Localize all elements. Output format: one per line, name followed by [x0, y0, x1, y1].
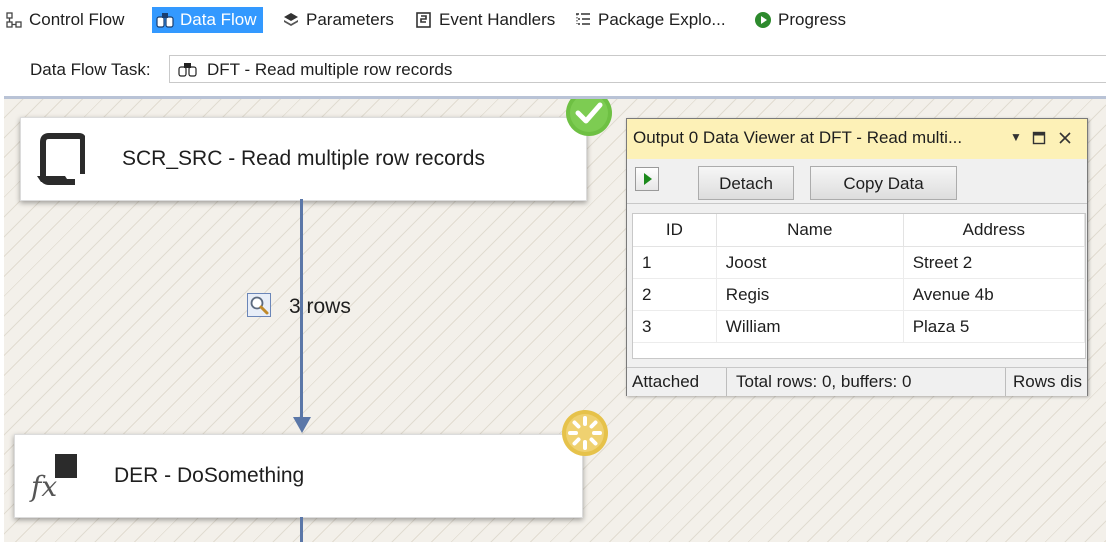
cell-name[interactable]: William: [716, 310, 904, 343]
status-attached: Attached: [627, 368, 727, 396]
copy-data-button[interactable]: Copy Data: [810, 166, 957, 200]
play-icon: [644, 173, 652, 185]
derived-column-fx-icon: fx: [29, 454, 77, 502]
script-component-icon: [37, 133, 85, 185]
table-row[interactable]: 1 Joost Street 2: [633, 246, 1085, 279]
tab-event-handlers[interactable]: Event Handlers: [415, 7, 555, 33]
designer-tab-bar: Control Flow Data Flow Parameters Event …: [0, 0, 1106, 40]
tab-control-flow[interactable]: Control Flow: [5, 7, 124, 33]
status-rows-displayed: Rows dis: [1013, 372, 1082, 391]
progress-icon: [755, 12, 771, 28]
source-component-scr-src[interactable]: SCR_SRC - Read multiple row records: [20, 117, 587, 201]
cell-id[interactable]: 3: [633, 310, 717, 343]
derived-component-der[interactable]: fx DER - DoSomething: [14, 434, 583, 518]
data-viewer-toolbar: Detach Copy Data: [627, 159, 1087, 204]
success-check-icon: [566, 99, 612, 136]
column-header-id[interactable]: ID: [633, 214, 717, 247]
data-viewer-table: ID Name Address 1 Joost Street 2 2 Regis…: [633, 214, 1085, 343]
data-flow-task-icon: [178, 63, 197, 77]
tab-label: Event Handlers: [439, 10, 556, 29]
path-rows-label: 3 rows: [289, 295, 351, 318]
data-viewer-title-bar[interactable]: Output 0 Data Viewer at DFT - Read multi…: [627, 119, 1087, 160]
tab-label: Package Explo...: [598, 10, 726, 29]
data-flow-task-dropdown[interactable]: DFT - Read multiple row records: [169, 55, 1106, 83]
column-header-address[interactable]: Address: [903, 214, 1085, 247]
data-viewer-grid[interactable]: ID Name Address 1 Joost Street 2 2 Regis…: [632, 213, 1086, 359]
cell-id[interactable]: 1: [633, 246, 717, 279]
data-viewer-title: Output 0 Data Viewer at DFT - Read multi…: [633, 128, 963, 147]
source-component-title: SCR_SRC - Read multiple row records: [122, 147, 485, 170]
tab-progress[interactable]: Progress: [754, 7, 846, 33]
maximize-icon[interactable]: [1032, 131, 1046, 145]
data-flow-icon: [156, 13, 174, 28]
data-viewer-window[interactable]: Output 0 Data Viewer at DFT - Read multi…: [626, 118, 1088, 396]
cell-name[interactable]: Regis: [716, 278, 904, 311]
svg-text:fx: fx: [29, 470, 57, 502]
tab-label: Progress: [778, 10, 847, 29]
cell-address[interactable]: Plaza 5: [903, 310, 1085, 343]
column-header-name[interactable]: Name: [716, 214, 904, 247]
tab-package-explorer[interactable]: Package Explo...: [574, 7, 726, 33]
tab-parameters[interactable]: Parameters: [282, 7, 394, 33]
table-row[interactable]: 2 Regis Avenue 4b: [633, 278, 1085, 311]
table-header-row: ID Name Address: [633, 214, 1085, 247]
close-icon[interactable]: [1058, 131, 1072, 145]
cell-address[interactable]: Avenue 4b: [903, 278, 1085, 311]
tab-data-flow[interactable]: Data Flow: [152, 7, 263, 33]
window-dropdown-icon[interactable]: ▼: [1008, 128, 1024, 146]
connector-arrowhead-icon: [293, 417, 311, 433]
cell-id[interactable]: 2: [633, 278, 717, 311]
tab-label: Parameters: [306, 10, 394, 29]
table-row[interactable]: 3 William Plaza 5: [633, 310, 1085, 343]
data-flow-task-label: Data Flow Task:: [30, 60, 151, 79]
package-explorer-icon: [576, 13, 590, 25]
cell-address[interactable]: Street 2: [903, 246, 1085, 279]
detach-button[interactable]: Detach: [698, 166, 794, 200]
tab-label: Data Flow: [180, 10, 257, 29]
data-viewer-status-bar: Attached Total rows: 0, buffers: 0 Rows …: [627, 367, 1087, 396]
data-viewer-magnifier-icon[interactable]: [247, 293, 271, 317]
in-progress-icon: [562, 410, 608, 456]
derived-component-title: DER - DoSomething: [114, 464, 305, 487]
control-flow-icon: [6, 12, 22, 28]
continue-play-button[interactable]: [635, 167, 659, 191]
data-flow-task-value: DFT - Read multiple row records: [207, 60, 453, 79]
parameters-icon: [284, 13, 298, 26]
data-flow-task-row: Data Flow Task: DFT - Read multiple row …: [0, 55, 1106, 85]
cell-name[interactable]: Joost: [716, 246, 904, 279]
status-total-rows: Total rows: 0, buffers: 0: [728, 368, 1006, 396]
data-path-connector-lower[interactable]: [300, 517, 303, 542]
tab-label: Control Flow: [29, 10, 125, 29]
event-handlers-icon: [416, 12, 431, 28]
